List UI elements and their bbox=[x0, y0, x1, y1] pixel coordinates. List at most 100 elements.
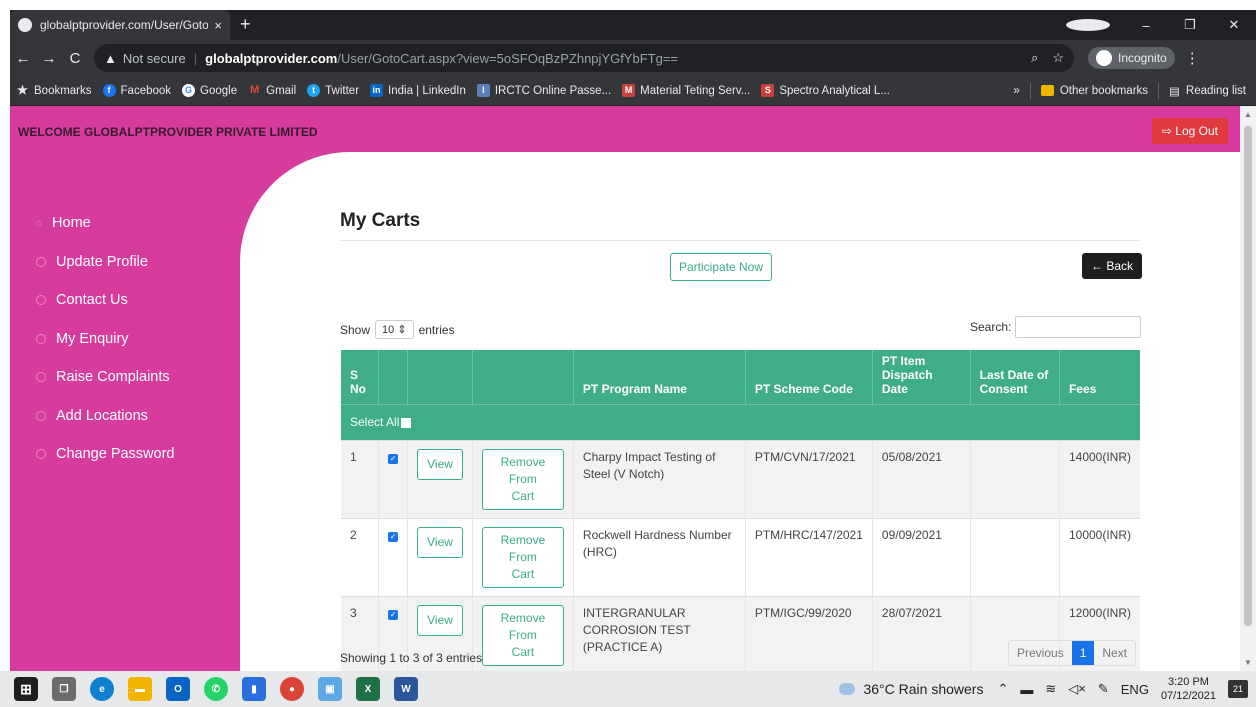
bookmark-material-testing[interactable]: M Material Teting Serv... bbox=[622, 84, 750, 97]
zoom-icon[interactable]: ⌕ bbox=[1031, 50, 1038, 66]
close-window-button[interactable]: ✕ bbox=[1212, 17, 1256, 33]
new-tab-button[interactable]: + bbox=[240, 14, 251, 35]
forward-arrow-icon[interactable]: → bbox=[36, 50, 62, 67]
previous-page-button[interactable]: Previous bbox=[1009, 641, 1072, 665]
incognito-badge[interactable]: Incognito bbox=[1088, 47, 1175, 69]
remove-from-cart-button[interactable]: Remove From Cart bbox=[481, 448, 564, 510]
notification-icon[interactable]: 21 bbox=[1228, 680, 1248, 698]
select-all-row: Select All bbox=[341, 403, 1140, 440]
bookmark-spectro[interactable]: S Spectro Analytical L... bbox=[761, 84, 890, 97]
cell-check: ✓ bbox=[378, 439, 409, 518]
bookmark-label: Spectro Analytical L... bbox=[779, 84, 890, 97]
entries-select[interactable]: 10 ⇕ bbox=[375, 320, 414, 339]
photos-icon[interactable]: ▣ bbox=[318, 677, 342, 701]
reading-list[interactable]: Reading list bbox=[1186, 85, 1246, 97]
star-icon[interactable]: ☆ bbox=[1052, 50, 1064, 66]
row-checkbox[interactable]: ✓ bbox=[388, 531, 399, 542]
cell-view: View bbox=[407, 439, 473, 518]
profile-dot-icon[interactable] bbox=[1066, 19, 1110, 31]
scrollbar-thumb[interactable] bbox=[1244, 126, 1252, 626]
sidebar-item-change-password[interactable]: Change Password bbox=[36, 435, 175, 474]
bookmark-bookmarks[interactable]: ★ Bookmarks bbox=[16, 84, 92, 97]
col-sno[interactable]: S No bbox=[341, 350, 380, 404]
bookmark-linkedin[interactable]: in India | LinkedIn bbox=[370, 84, 466, 97]
sidebar-item-update-profile[interactable]: Update Profile bbox=[36, 243, 175, 282]
back-arrow-icon[interactable]: ← bbox=[10, 50, 36, 67]
chrome-icon[interactable]: ● bbox=[280, 677, 304, 701]
remove-from-cart-button[interactable]: Remove From Cart bbox=[481, 526, 564, 588]
url-host: globalptprovider.com bbox=[205, 50, 338, 66]
logout-button[interactable]: ⇨ Log Out bbox=[1151, 118, 1228, 144]
url-path: /User/GotoCart.aspx?view=5oSFOqBzPZhnpjY… bbox=[337, 50, 679, 66]
tab-close-icon[interactable]: × bbox=[214, 18, 222, 33]
menu-icon[interactable]: ⋮ bbox=[1185, 49, 1200, 67]
page-1-button[interactable]: 1 bbox=[1071, 641, 1095, 665]
sidebar-item-my-enquiry[interactable]: My Enquiry bbox=[36, 320, 175, 359]
language-indicator[interactable]: ENG bbox=[1121, 682, 1149, 697]
file-explorer-icon[interactable]: ▬ bbox=[128, 677, 152, 701]
twitter-icon: t bbox=[307, 84, 321, 97]
wifi-icon[interactable]: ≋ bbox=[1045, 681, 1056, 697]
battery-icon[interactable]: ▬ bbox=[1020, 682, 1033, 697]
next-page-button[interactable]: Next bbox=[1094, 641, 1135, 665]
task-view-icon[interactable]: ❐ bbox=[52, 677, 76, 701]
bookmark-gmail[interactable]: M Gmail bbox=[248, 84, 296, 97]
whatsapp-icon[interactable]: ✆ bbox=[204, 677, 228, 701]
row-checkbox[interactable]: ✓ bbox=[388, 609, 399, 620]
col-fees[interactable]: Fees bbox=[1059, 350, 1140, 404]
other-bookmarks[interactable]: Other bookmarks bbox=[1060, 85, 1148, 97]
outlook-icon[interactable]: O bbox=[166, 677, 190, 701]
minimize-button[interactable]: – bbox=[1124, 18, 1168, 33]
bookmark-twitter[interactable]: t Twitter bbox=[307, 84, 359, 97]
bookmark-irctc[interactable]: I IRCTC Online Passe... bbox=[476, 84, 611, 97]
search-input[interactable] bbox=[1015, 316, 1142, 338]
scroll-up-icon[interactable]: ▲ bbox=[1244, 110, 1252, 119]
word-icon[interactable]: W bbox=[394, 677, 418, 701]
cell-fees: 14000(INR) bbox=[1059, 439, 1140, 518]
bookmark-label: Gmail bbox=[266, 84, 297, 97]
col-scheme-code[interactable]: PT Scheme Code bbox=[745, 350, 873, 404]
volume-icon[interactable]: ◁× bbox=[1068, 681, 1086, 697]
sidebar-item-raise-complaints[interactable]: Raise Complaints bbox=[36, 358, 175, 397]
restore-button[interactable]: ❐ bbox=[1168, 17, 1212, 33]
back-button[interactable]: ← Back bbox=[1082, 253, 1143, 279]
view-button[interactable]: View bbox=[417, 604, 463, 636]
page-scrollbar[interactable]: ▲ ▼ bbox=[1240, 106, 1256, 671]
cloud-rain-icon bbox=[839, 683, 856, 695]
sidebar-item-add-locations[interactable]: Add Locations bbox=[36, 397, 175, 436]
excel-icon[interactable]: X bbox=[356, 677, 380, 701]
url-bar[interactable]: ▲ Not secure | globalptprovider.com /Use… bbox=[94, 44, 1074, 72]
circle-icon bbox=[36, 295, 46, 306]
sidebar-item-contact-us[interactable]: Contact Us bbox=[36, 281, 175, 320]
remove-from-cart-button[interactable]: Remove From Cart bbox=[481, 604, 564, 666]
select-arrows-icon: ⇕ bbox=[397, 324, 407, 336]
edge-icon[interactable]: e bbox=[90, 677, 114, 701]
participate-now-button[interactable]: Participate Now bbox=[670, 253, 773, 281]
web-page: WELCOME GLOBALPTPROVIDER PRIVATE LIMITED… bbox=[10, 106, 1240, 671]
browser-tab[interactable]: globalptprovider.com/User/Goto × bbox=[10, 10, 230, 40]
bookmark-label: Bookmarks bbox=[34, 84, 92, 97]
bookmark-facebook[interactable]: f Facebook bbox=[102, 84, 171, 97]
weather-widget[interactable]: 36°C Rain showers bbox=[839, 681, 983, 697]
col-consent-date[interactable]: Last Date of Consent bbox=[970, 350, 1060, 404]
col-dispatch-date[interactable]: PT Item Dispatch Date bbox=[872, 350, 971, 404]
clock[interactable]: 3:20 PM 07/12/2021 bbox=[1161, 675, 1216, 703]
sidebar-item-home[interactable]: ⌂ Home bbox=[36, 204, 175, 243]
start-icon[interactable]: ⊞ bbox=[14, 677, 38, 701]
view-button[interactable]: View bbox=[417, 448, 463, 480]
reload-icon[interactable]: C bbox=[62, 50, 88, 67]
bookmark-google[interactable]: G Google bbox=[182, 84, 237, 97]
bookmarks-bar: ★ Bookmarks f Facebook G Google M Gmail … bbox=[10, 76, 1256, 106]
select-all-cell[interactable]: Select All bbox=[341, 403, 1140, 440]
scroll-down-icon[interactable]: ▼ bbox=[1244, 658, 1252, 667]
more-bookmarks-button[interactable]: » bbox=[1013, 85, 1019, 97]
cell-program-name: INTERGRANULAR CORROSION TEST (PRACTICE A… bbox=[573, 595, 746, 671]
row-checkbox[interactable]: ✓ bbox=[388, 453, 399, 464]
chevron-up-icon[interactable]: ⌃ bbox=[997, 681, 1008, 697]
col-program-name[interactable]: PT Program Name bbox=[573, 350, 746, 404]
view-button[interactable]: View bbox=[417, 526, 463, 558]
irctc-icon: I bbox=[476, 84, 490, 97]
pen-icon[interactable]: ✎ bbox=[1098, 681, 1109, 697]
phone-link-icon[interactable]: ▮ bbox=[242, 677, 266, 701]
select-all-checkbox[interactable] bbox=[401, 417, 412, 428]
